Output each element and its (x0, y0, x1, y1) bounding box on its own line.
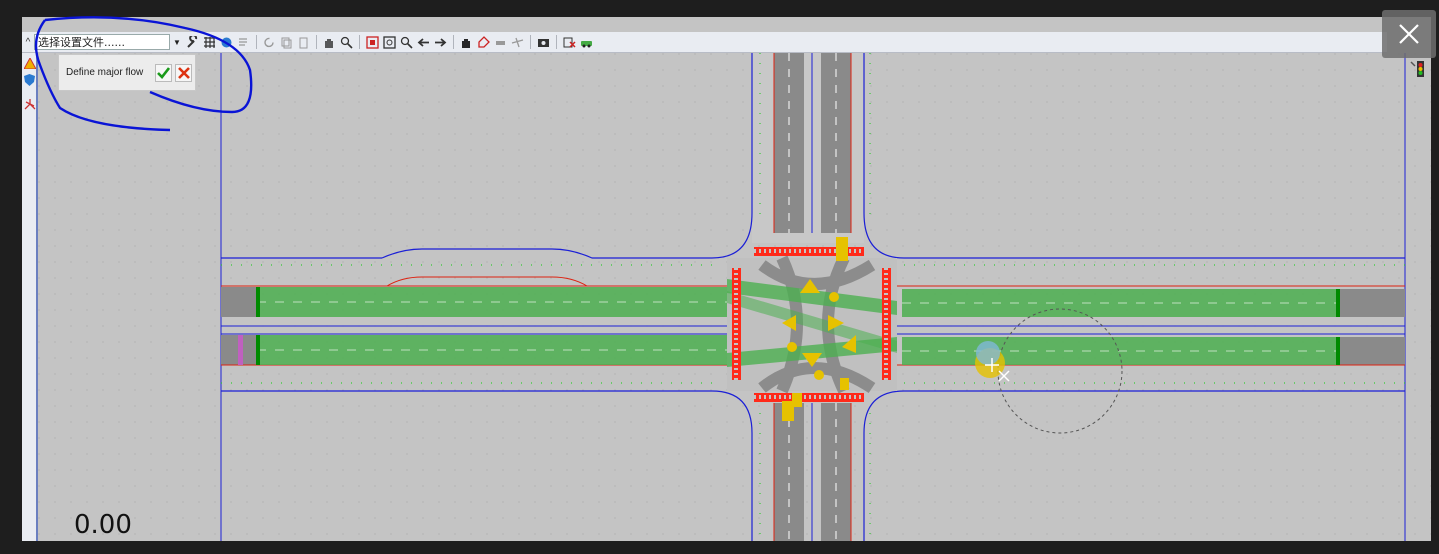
zoom-icon[interactable] (400, 36, 413, 49)
toolbar-separator (315, 35, 317, 49)
globe-icon[interactable] (220, 36, 233, 49)
arrow-right-icon[interactable] (434, 36, 447, 49)
wrench-icon[interactable] (186, 35, 199, 49)
panel-divider (36, 53, 38, 541)
car-icon[interactable] (580, 36, 593, 49)
intersection-canvas[interactable] (22, 53, 1431, 541)
aircraft-icon[interactable] (511, 36, 524, 49)
close-overlay-button[interactable] (1382, 10, 1436, 58)
camera-icon[interactable] (537, 36, 550, 49)
main-toolbar: ^ 选择设置文件...... ▼ (22, 32, 1387, 53)
toolbar-separator (255, 35, 257, 49)
check-icon (157, 66, 171, 79)
tag-icon[interactable] (477, 35, 490, 49)
left-tool-panel (22, 53, 37, 541)
list-icon[interactable] (237, 36, 250, 49)
collapse-toggle[interactable]: ^ (22, 37, 34, 48)
cancel-button[interactable] (175, 63, 192, 82)
pan-icon[interactable] (323, 36, 336, 49)
define-major-flow-popup: Define major flow (58, 54, 196, 91)
arrow-left-icon[interactable] (417, 36, 430, 49)
paste-icon[interactable] (297, 36, 310, 49)
rotate-icon[interactable] (263, 36, 276, 49)
junction-icon[interactable] (24, 97, 36, 115)
grid-icon[interactable] (203, 36, 216, 49)
delete-icon[interactable] (563, 36, 576, 49)
cross-icon (177, 66, 190, 79)
chevron-down-icon[interactable]: ▼ (173, 38, 181, 47)
warning-icon[interactable] (23, 56, 37, 74)
toolbar-separator (452, 35, 454, 49)
toolbar-separator (555, 35, 557, 49)
zoom-extents-icon[interactable] (383, 35, 396, 49)
hand-icon[interactable] (460, 36, 473, 49)
app-window: ^ 选择设置文件...... ▼ Define major flow 0.00 (22, 17, 1431, 541)
close-icon (1399, 24, 1419, 44)
confirm-button[interactable] (155, 63, 173, 82)
zoom-window-icon[interactable] (340, 36, 353, 49)
toolbar-separator (529, 35, 531, 49)
settings-profile-select[interactable]: 选择设置文件...... (34, 34, 170, 50)
traffic-signal-icon[interactable] (1410, 59, 1426, 84)
shield-icon[interactable] (24, 73, 35, 91)
copy-icon[interactable] (280, 36, 293, 49)
zoom-fit-icon[interactable] (366, 35, 379, 49)
value-readout: 0.00 (74, 510, 132, 540)
vehicle-icon[interactable] (494, 36, 507, 49)
toolbar-separator (358, 35, 360, 49)
popup-label: Define major flow (66, 67, 144, 78)
